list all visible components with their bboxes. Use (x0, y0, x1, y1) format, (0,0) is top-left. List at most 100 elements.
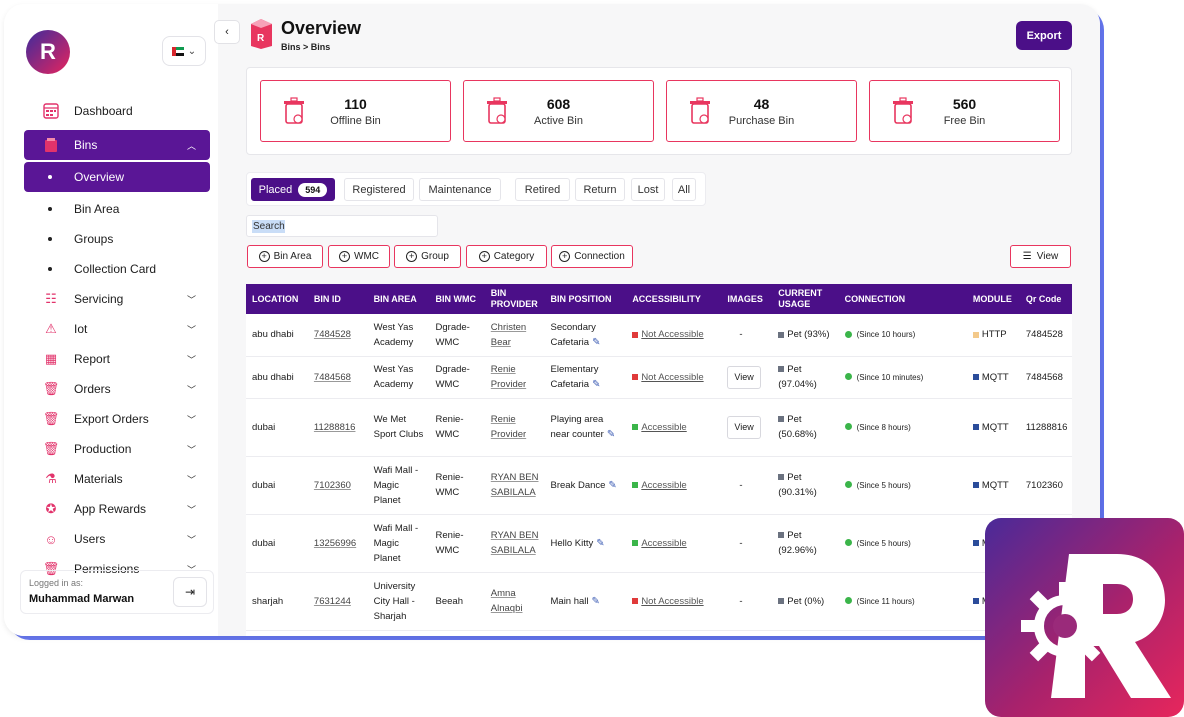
sidebar-item-bins[interactable]: Bins ︿ (24, 130, 210, 160)
tab-placed[interactable]: Placed 594 (251, 178, 335, 201)
edit-pencil-icon[interactable]: ✎ (592, 596, 600, 607)
cell-provider[interactable]: RYAN BEN SABILALA (484, 456, 545, 515)
provider-link[interactable]: Christen Bear (491, 322, 526, 348)
accessibility-link[interactable]: Not Accessible (641, 596, 703, 607)
collapse-sidebar-button[interactable]: ‹ (214, 20, 240, 44)
bin-id-link[interactable]: 13256996 (314, 538, 356, 549)
qr-code-text: 11288816 (1025, 421, 1068, 433)
cell-provider[interactable]: Renie Provider (484, 356, 545, 399)
sidebar-sub-groups[interactable]: Groups (24, 224, 210, 254)
cell-bin-id[interactable]: 7631244 (307, 572, 368, 631)
tab-return[interactable]: Return (575, 178, 625, 201)
cell-bin-id[interactable]: 7484568 (307, 356, 368, 399)
accessibility-link[interactable]: Accessible (641, 480, 686, 491)
edit-pencil-icon[interactable]: ✎ (592, 337, 600, 348)
provider-link[interactable]: Renie Provider (491, 414, 526, 440)
brand-badge (985, 518, 1184, 717)
cell-provider[interactable]: Renie Provider (484, 398, 545, 457)
edit-pencil-icon[interactable]: ✎ (596, 538, 604, 549)
filter-group-button[interactable]: + Group (394, 245, 461, 268)
column-header[interactable]: BIN WMC (429, 284, 485, 314)
cell-bin-id[interactable]: 7484528 (307, 314, 368, 357)
provider-link[interactable]: Amna Alnaqbi (491, 588, 523, 614)
sidebar-item-production[interactable]: 🗑 Production ﹀ (24, 434, 210, 464)
view-images-button[interactable]: View (727, 365, 761, 389)
edit-pencil-icon[interactable]: ✎ (608, 480, 616, 491)
tab-all[interactable]: All (672, 178, 696, 201)
column-header[interactable]: Qr Code (1019, 284, 1072, 314)
sidebar-item-materials[interactable]: ⚗ Materials ﹀ (24, 464, 210, 494)
sidebar-item-users[interactable]: ☺ Users ﹀ (24, 524, 210, 554)
tab-maintenance[interactable]: Maintenance (419, 178, 501, 201)
bin-id-link[interactable]: 7102360 (314, 480, 351, 491)
tab-lost[interactable]: Lost (631, 178, 665, 201)
bin-id-link[interactable]: 11288816 (314, 422, 356, 433)
cell-module: MQTT (966, 356, 1020, 399)
tab-retired[interactable]: Retired (515, 178, 570, 201)
column-header[interactable]: BIN ID (307, 284, 368, 314)
status-tabs: Placed 594 Registered Maintenance Retired R… (246, 172, 706, 206)
column-header[interactable]: IMAGES (721, 284, 773, 314)
bin-id-link[interactable]: 7631244 (314, 596, 351, 607)
sidebar-item-app-rewards[interactable]: ✪ App Rewards ﹀ (24, 494, 210, 524)
stat-card: 48 Purchase Bin (666, 80, 857, 142)
cell-images[interactable]: View (721, 356, 773, 399)
cell-provider[interactable]: RYAN BEN SABILALA (484, 514, 545, 573)
sidebar-sub-overview[interactable]: Overview (24, 162, 210, 192)
sidebar-item-servicing[interactable]: ☷ Servicing ﹀ (24, 284, 210, 314)
bin-id-link[interactable]: 7484568 (314, 372, 351, 383)
accessibility-link[interactable]: Not Accessible (641, 329, 703, 340)
filter-category-button[interactable]: + Category (466, 245, 547, 268)
brand-logo[interactable]: R (26, 30, 70, 74)
column-header[interactable]: MODULE (966, 284, 1020, 314)
accessibility-link[interactable]: Accessible (641, 422, 686, 433)
table-row[interactable]: abu dhabi 7484568 West Yas Academy Dgrade-W… (246, 356, 1072, 399)
accessibility-link[interactable]: Not Accessible (641, 372, 703, 383)
export-button[interactable]: Export (1016, 21, 1072, 50)
breadcrumb[interactable]: Bins > Bins (281, 42, 330, 52)
rewards-icon: ✪ (45, 501, 57, 516)
cell-provider[interactable]: Amna Alnaqbi (484, 572, 545, 631)
chevron-down-icon: ﹀ (186, 384, 196, 395)
sidebar-item-dashboard[interactable]: Dashboard (24, 96, 210, 126)
logout-button[interactable]: ⇥ (173, 577, 207, 607)
sidebar-item-report[interactable]: ▦ Report ﹀ (24, 344, 210, 374)
cell-images[interactable]: View (721, 398, 773, 457)
column-header[interactable]: CURRENT USAGE (772, 284, 839, 314)
provider-link[interactable]: RYAN BEN SABILALA (491, 472, 539, 498)
edit-pencil-icon[interactable]: ✎ (607, 429, 615, 440)
filter-bin-area-button[interactable]: + Bin Area (247, 245, 323, 268)
accessibility-link[interactable]: Accessible (641, 538, 686, 549)
sidebar-item-orders[interactable]: 🗑 Orders ﹀ (24, 374, 210, 404)
column-header[interactable]: CONNECTION (838, 284, 967, 314)
provider-link[interactable]: RYAN BEN SABILALA (491, 530, 539, 556)
table-row[interactable]: dubai 7102360 Wafi Mall - Magic Planet Reni… (246, 456, 1072, 515)
column-header[interactable]: BIN PROVIDER (484, 284, 545, 314)
view-images-button[interactable]: View (727, 415, 761, 439)
cell-provider[interactable]: Christen Bear (484, 314, 545, 357)
filter-connection-button[interactable]: + Connection (551, 245, 633, 268)
column-header[interactable]: LOCATION (246, 284, 308, 314)
tab-registered[interactable]: Registered (344, 178, 414, 201)
bin-id-link[interactable]: 7484528 (314, 329, 351, 340)
column-header[interactable]: ACCESSIBILITY (626, 284, 722, 314)
filter-wmc-button[interactable]: + WMC (328, 245, 390, 268)
sidebar-item-iot[interactable]: ⚠ Iot ﹀ (24, 314, 210, 344)
sidebar-sub-bin-area[interactable]: Bin Area (24, 194, 210, 224)
cell-bin-id[interactable]: 7102360 (307, 456, 368, 515)
column-header[interactable]: BIN AREA (367, 284, 430, 314)
module-text: MQTT (981, 479, 1009, 491)
language-selector[interactable]: ⌄ (162, 36, 206, 66)
view-options-button[interactable]: ☰ View (1010, 245, 1071, 268)
table-row[interactable]: abu dhabi 7484528 West Yas Academy Dgrade-W… (246, 314, 1072, 357)
column-header[interactable]: BIN POSITION (544, 284, 627, 314)
table-row[interactable]: dubai 13256996 Wafi Mall - Magic Planet Ren… (246, 514, 1072, 573)
table-row[interactable]: dubai 11288816 We Met Sport Clubs Renie-WMC… (246, 398, 1072, 457)
provider-link[interactable]: Renie Provider (491, 364, 526, 390)
cell-bin-id[interactable]: 13256996 (307, 514, 368, 573)
cell-bin-id[interactable]: 11288816 (307, 398, 368, 457)
table-row[interactable]: sharjah 7631244 University City Hall - Sha… (246, 572, 1072, 631)
sidebar-sub-collection-card[interactable]: Collection Card (24, 254, 210, 284)
edit-pencil-icon[interactable]: ✎ (592, 379, 600, 390)
sidebar-item-export-orders[interactable]: 🗑 Export Orders ﹀ (24, 404, 210, 434)
